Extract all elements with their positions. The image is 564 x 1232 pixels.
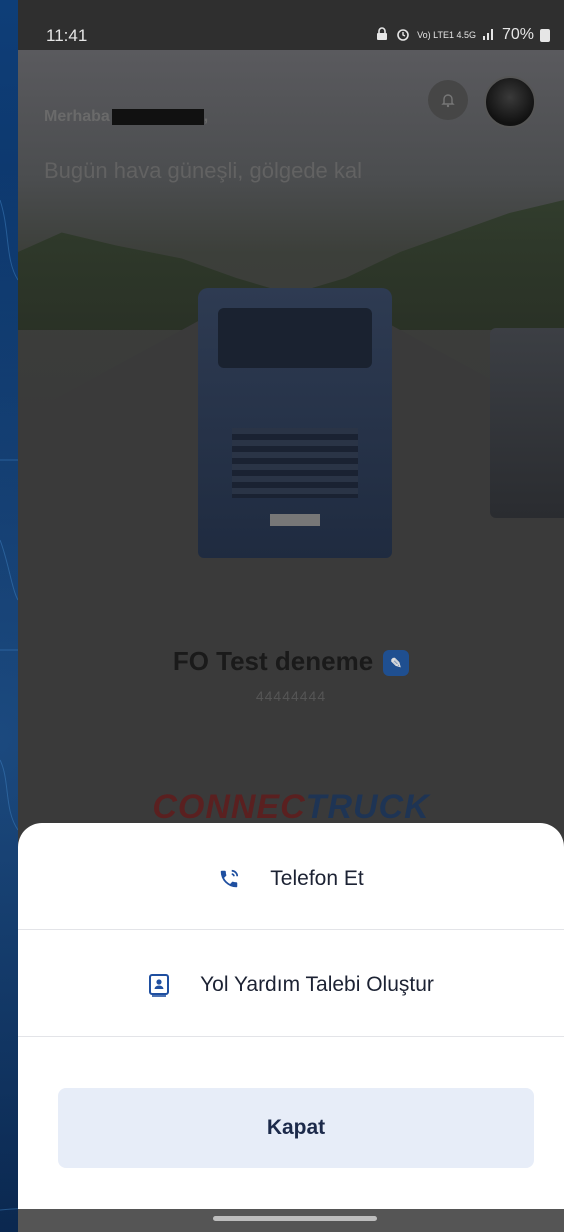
battery-percent: 70% (501, 26, 534, 43)
truck-title: FO Test deneme ✎ (18, 646, 564, 677)
status-time: 11:41 (46, 26, 88, 45)
connectruck-logo: CONNECTRUCK (18, 788, 564, 827)
second-truck-image (490, 328, 564, 518)
avatar[interactable] (484, 76, 536, 128)
alarm-icon (395, 27, 411, 44)
redacted-name (111, 108, 204, 125)
truck-windshield (218, 308, 372, 368)
home-indicator[interactable] (213, 1216, 377, 1221)
status-bar: 11:41 Vo) LTE1 4.5G 70% (18, 0, 564, 50)
bell-icon (441, 94, 455, 108)
lock-icon (375, 26, 389, 44)
truck-grille (232, 428, 358, 498)
phone-call-icon (218, 868, 240, 890)
navigation-bar (18, 1209, 564, 1232)
contact-card-icon (148, 973, 170, 997)
truck-license-plate (270, 514, 320, 526)
roadside-label: Yol Yardım Talebi Oluştur (200, 973, 434, 996)
logo-part-connec: CONNEC (152, 788, 306, 826)
divider (18, 929, 564, 930)
action-bottom-sheet: Telefon Et Yol Yardım Talebi Oluştur Kap… (18, 823, 564, 1209)
status-icons: Vo) LTE1 4.5G 70% (375, 26, 550, 44)
roadside-request-option[interactable]: Yol Yardım Talebi Oluştur (18, 957, 564, 1013)
battery-icon (540, 28, 550, 42)
greeting-text: Merhaba (44, 108, 110, 125)
phone-screen: 11:41 Vo) LTE1 4.5G 70% Merhaba, Bugün h… (18, 0, 564, 1232)
call-option[interactable]: Telefon Et (18, 851, 564, 907)
truck-plate: 44444444 (255, 688, 327, 704)
divider (18, 1036, 564, 1037)
close-button[interactable]: Kapat (58, 1088, 534, 1168)
signal-icon (482, 27, 496, 44)
truck-image (198, 288, 392, 558)
edit-icon[interactable]: ✎ (383, 650, 410, 677)
call-label: Telefon Et (270, 867, 364, 890)
logo-part-truck: TRUCK (305, 788, 430, 826)
truck-name: FO Test deneme (172, 646, 374, 676)
greeting: Merhaba, (44, 108, 209, 125)
network-type: Vo) LTE1 4.5G (417, 30, 476, 40)
notification-button[interactable] (428, 80, 468, 120)
weather-message: Bugün hava güneşli, gölgede kal (44, 158, 363, 183)
